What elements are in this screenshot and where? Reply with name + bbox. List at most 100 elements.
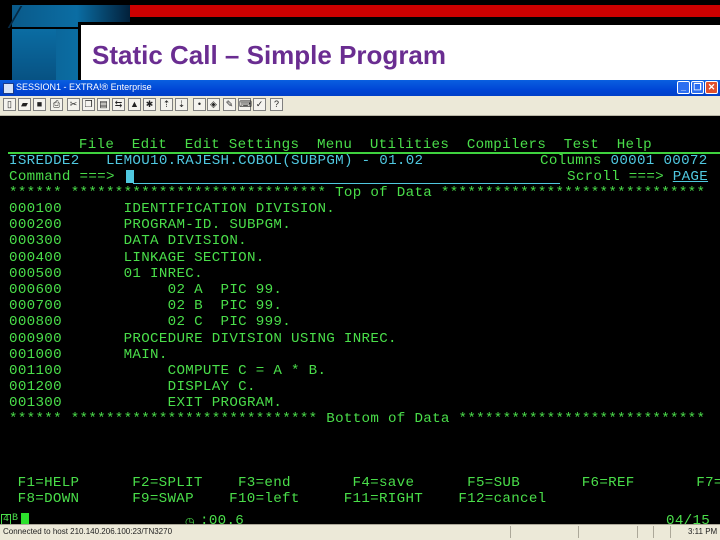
line-text[interactable]: DISPLAY C. [62,379,256,395]
command-input[interactable] [133,183,560,184]
print-icon[interactable]: ⎙ [50,98,63,111]
source-line[interactable]: 001100 COMPUTE C = A * B. [9,363,326,379]
line-text[interactable]: PROGRAM-ID. SUBPGM. [62,217,291,233]
source-line[interactable]: 000100 IDENTIFICATION DIVISION. [9,201,335,217]
line-number[interactable]: 000900 [9,331,62,347]
line-text[interactable]: 01 INREC. [62,266,203,282]
source-line[interactable]: 000300 DATA DIVISION. [9,233,247,249]
cut-icon[interactable]: ✂ [67,98,80,111]
line-text[interactable]: PROCEDURE DIVISION USING INREC. [62,331,397,347]
source-line[interactable]: 000800 02 C PIC 999. [9,314,291,330]
status-cell [578,526,579,538]
source-line[interactable]: 000900 PROCEDURE DIVISION USING INREC. [9,331,397,347]
function-keys-row-1: F1=HELP F2=SPLIT F3=end F4=save F5=SUB F… [0,475,720,491]
receive-icon[interactable]: ⇣ [175,98,188,111]
function-keys-row-2: F8=DOWN F9=SWAP F10=left F11=RIGHT F12=c… [0,491,547,507]
line-number[interactable]: 000700 [9,298,62,314]
help-icon[interactable]: ? [270,98,283,111]
emulator-window: SESSION1 - EXTRA!® Enterprise _ ❐ ✕ ▯ ▰ … [0,80,720,540]
toggle-icon[interactable]: ⇆ [112,98,125,111]
menu-edit[interactable]: Edit [132,137,167,153]
run-icon[interactable]: ✱ [143,98,156,111]
line-number[interactable]: 000500 [9,266,62,282]
line-number[interactable]: 000800 [9,314,62,330]
maximize-button[interactable]: ❐ [691,81,704,94]
terminal-screen[interactable]: File Edit Edit Settings Menu Utilities C… [0,116,720,529]
status-cell [510,526,511,538]
scroll-label: Scroll ===> [567,169,664,185]
slide-blue-strip [12,28,56,80]
record-icon[interactable]: • [193,98,206,111]
line-text[interactable]: LINKAGE SECTION. [62,250,265,266]
line-text[interactable]: 02 A PIC 99. [62,282,282,298]
menu-utilities[interactable]: Utilities [370,137,449,153]
slide-title: Static Call – Simple Program [92,40,447,70]
line-number[interactable]: 000200 [9,217,62,233]
columns-indicator: Columns 00001 00072 [540,153,708,169]
new-icon[interactable]: ▯ [3,98,16,111]
line-text[interactable]: EXIT PROGRAM. [62,395,282,411]
open-icon[interactable]: ▰ [18,98,31,111]
line-number[interactable]: 001000 [9,347,62,363]
line-number[interactable]: 001300 [9,395,62,411]
command-label: Command ===> [9,169,115,185]
dataset-name: LEMOU10.RAJESH.COBOL(SUBPGM) [105,153,353,169]
macro-icon[interactable]: ▲ [128,98,141,111]
source-line[interactable]: 001300 EXIT PROGRAM. [9,395,282,411]
panel-id: ISREDDE2 [9,153,80,169]
bottom-of-data-marker: ****** **************************** Bott… [9,411,706,427]
column-start: 00001 [610,153,655,169]
source-line[interactable]: 000400 LINKAGE SECTION. [9,250,265,266]
paste-icon[interactable]: ▤ [97,98,110,111]
line-number[interactable]: 001200 [9,379,62,395]
edit-header: ISREDDE2 LEMOU10.RAJESH.COBOL(SUBPGM) - … [9,153,423,169]
keyboard-icon[interactable]: ⌨ [238,98,252,111]
status-bar: Connected to host 210.140.206.100:23/TN3… [0,524,720,540]
line-number[interactable]: 000100 [9,201,62,217]
minimize-button[interactable]: _ [677,81,690,94]
line-text[interactable]: 02 B PIC 99. [62,298,282,314]
source-line[interactable]: 000500 01 INREC. [9,266,203,282]
menu-edit-settings[interactable]: Edit Settings [185,137,300,153]
line-text[interactable]: 02 C PIC 999. [62,314,291,330]
line-number[interactable]: 000300 [9,233,62,249]
menu-test[interactable]: Test [564,137,599,153]
source-line[interactable]: 000600 02 A PIC 99. [9,282,282,298]
menu-file[interactable]: File [79,137,114,153]
source-line[interactable]: 001200 DISPLAY C. [9,379,256,395]
line-text[interactable]: COMPUTE C = A * B. [62,363,326,379]
line-number[interactable]: 000600 [9,282,62,298]
version: 01.02 [379,153,424,169]
line-text[interactable]: MAIN. [62,347,168,363]
source-line[interactable]: 000200 PROGRAM-ID. SUBPGM. [9,217,291,233]
close-button[interactable]: ✕ [705,81,718,94]
connect-icon[interactable]: ◈ [207,98,220,111]
edit-icon[interactable]: ✎ [223,98,236,111]
line-text[interactable]: IDENTIFICATION DIVISION. [62,201,335,217]
line-number[interactable]: 001100 [9,363,62,379]
settings-icon[interactable]: ✓ [253,98,266,111]
save-icon[interactable]: ■ [33,98,46,111]
copy-icon[interactable]: ❐ [82,98,95,111]
scroll-indicator: Scroll ===> PAGE [567,169,708,185]
menu-help[interactable]: Help [617,137,652,153]
status-cell [670,526,671,538]
connection-status: Connected to host 210.140.206.100:23/TN3… [3,527,173,536]
window-titlebar[interactable]: SESSION1 - EXTRA!® Enterprise _ ❐ ✕ [0,80,720,96]
status-cell [637,526,638,538]
source-line[interactable]: 000700 02 B PIC 99. [9,298,282,314]
transfer-icon[interactable]: ⇡ [160,98,173,111]
line-text[interactable]: DATA DIVISION. [62,233,247,249]
source-line[interactable]: 001000 MAIN. [9,347,168,363]
columns-label: Columns [540,153,602,169]
menu-menu[interactable]: Menu [317,137,352,153]
top-of-data-marker: ****** ***************************** Top… [9,185,706,201]
window-title: SESSION1 - EXTRA!® Enterprise [16,82,152,92]
line-number[interactable]: 000400 [9,250,62,266]
scroll-field[interactable]: PAGE [673,169,708,185]
header-separator: - [361,153,371,169]
column-end: 00072 [663,153,708,169]
menu-compilers[interactable]: Compilers [467,137,546,153]
app-icon [3,83,14,94]
text-cursor [126,170,134,183]
